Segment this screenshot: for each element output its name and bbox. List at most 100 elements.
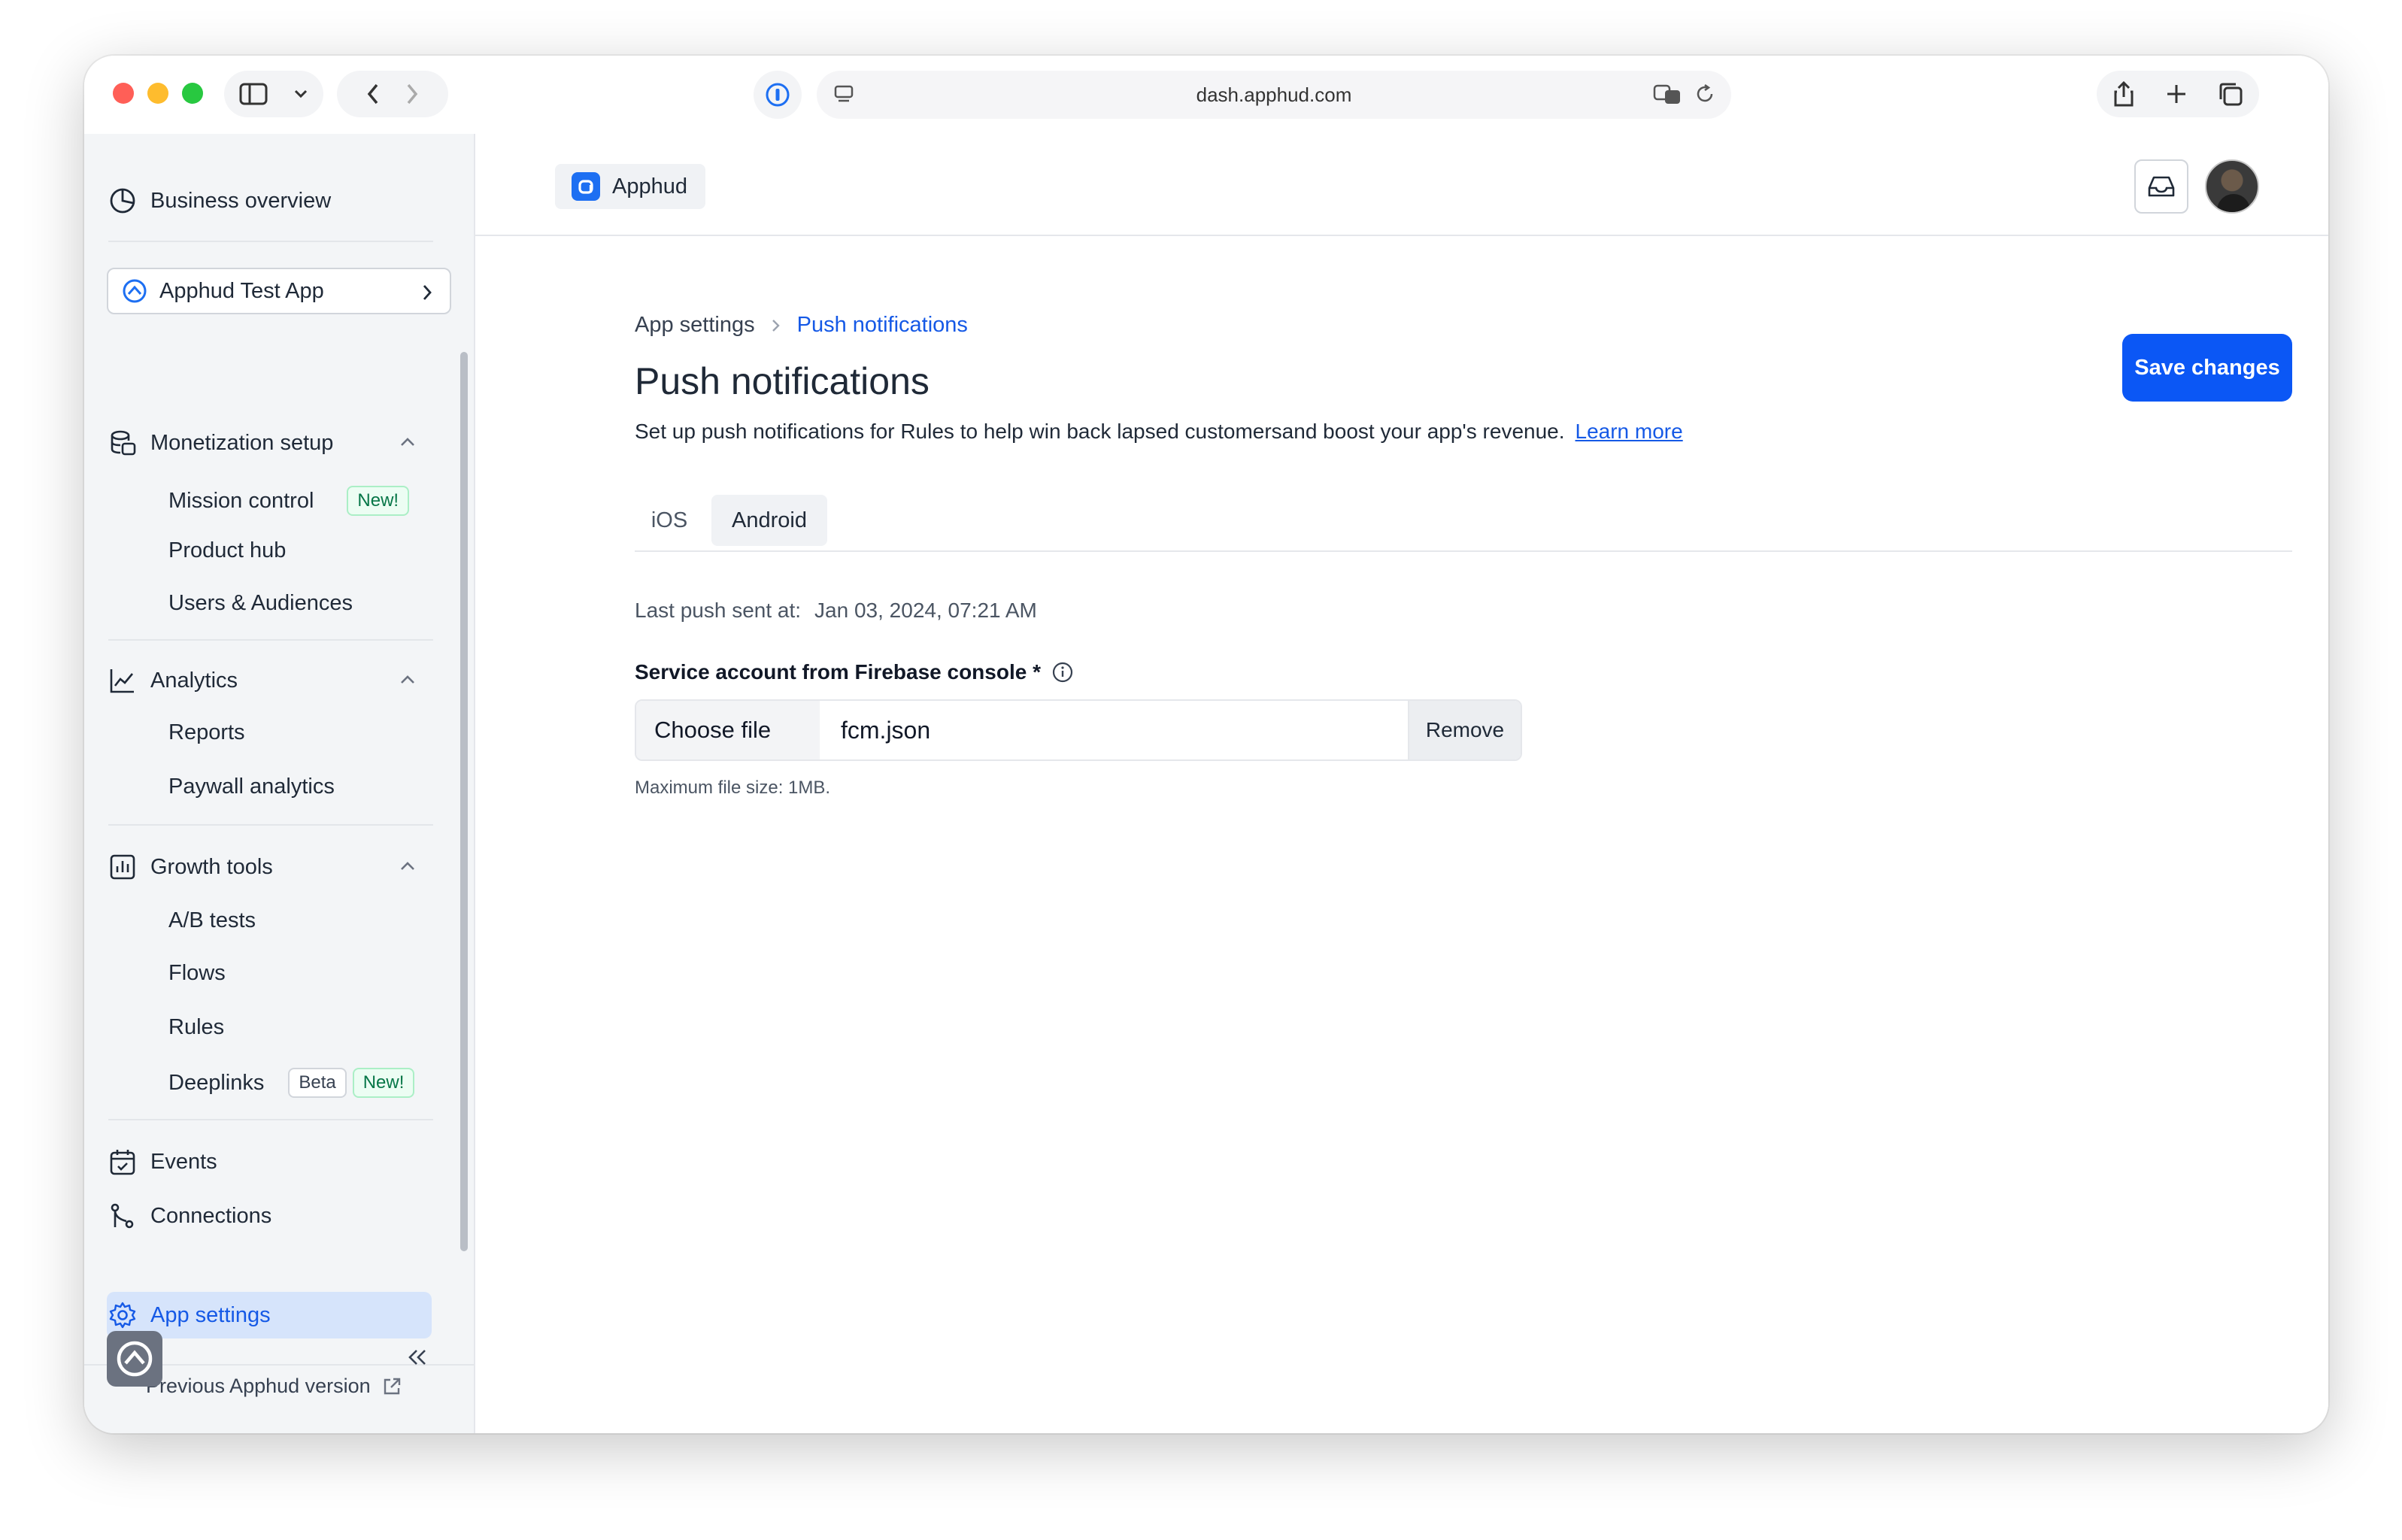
divider (108, 639, 433, 641)
section-label: Growth tools (150, 854, 273, 879)
url-text: dash.apphud.com (1196, 83, 1352, 106)
url-field[interactable]: dash.apphud.com (817, 71, 1731, 119)
divider (108, 1119, 433, 1120)
breadcrumb: App settings Push notifications (635, 313, 968, 338)
sidebar-icon (239, 83, 268, 105)
chevron-right-icon (772, 319, 780, 332)
sidebar-item-rules[interactable]: Rules (168, 1015, 224, 1040)
chevron-up-icon[interactable] (399, 674, 417, 686)
save-changes-button[interactable]: Save changes (2122, 334, 2292, 402)
file-size-hint: Maximum file size: 1MB. (635, 778, 831, 798)
pie-chart-icon (110, 188, 135, 214)
chevron-right-icon (423, 285, 432, 300)
sidebar-item-label: Connections (150, 1203, 272, 1228)
sidebar-item-product-hub[interactable]: Product hub (168, 538, 286, 563)
sidebar-item-ab-tests[interactable]: A/B tests (168, 908, 256, 933)
back-icon[interactable] (366, 83, 380, 105)
coins-icon (111, 430, 136, 456)
sidebar-item-connections[interactable]: Connections (108, 1202, 271, 1230)
minimize-window-button[interactable] (147, 83, 168, 104)
choose-file-button[interactable]: Choose file (636, 701, 820, 759)
platform-tabs: iOS Android (635, 495, 2292, 552)
app-selector-label: Apphud Test App (159, 278, 324, 303)
service-account-file-input: Choose file fcm.json Remove (635, 699, 1522, 761)
new-tab-icon[interactable] (2165, 83, 2188, 105)
sidebar-item-events[interactable]: Events (108, 1147, 217, 1176)
last-push-value: Jan 03, 2024, 07:21 AM (814, 599, 1037, 622)
app-switcher[interactable]: Apphud (555, 164, 705, 209)
main-content: Apphud App settings Push notifications P… (475, 134, 2328, 1433)
browser-actions (2097, 71, 2259, 117)
external-link-icon (384, 1378, 400, 1394)
sidebar-item-label: App settings (150, 1302, 271, 1327)
reload-icon[interactable] (1694, 83, 1716, 105)
sidebar-item-deeplinks[interactable]: Deeplinks Beta New! (168, 1068, 415, 1098)
browser-titlebar: dash.apphud.com (84, 56, 2328, 134)
sidebar-item-business-overview[interactable]: Business overview (108, 186, 331, 215)
calendar-check-icon (110, 1150, 135, 1175)
page-menu-icon[interactable] (833, 84, 854, 105)
password-manager-button[interactable] (754, 71, 802, 119)
apphud-a-icon (572, 172, 600, 201)
new-badge: New! (352, 1068, 415, 1098)
tab-ios[interactable]: iOS (635, 495, 704, 546)
gear-icon (109, 1302, 136, 1329)
translate-icon[interactable] (1653, 83, 1683, 105)
git-branch-icon (111, 1203, 134, 1229)
zoom-window-button[interactable] (182, 83, 203, 104)
bar-chart-icon (110, 854, 135, 880)
chevron-up-icon[interactable] (399, 860, 417, 872)
sidebar-item-users-audiences[interactable]: Users & Audiences (168, 591, 353, 616)
tab-overview-icon[interactable] (2218, 81, 2243, 107)
beta-badge: Beta (288, 1068, 347, 1098)
sidebar-scrollbar[interactable] (460, 352, 468, 1251)
sidebar-section-monetization[interactable]: Monetization setup (108, 429, 333, 457)
sidebar: Business overview Apphud Test App Moneti… (84, 134, 475, 1433)
divider (108, 241, 433, 242)
previous-version-link[interactable]: Previous Apphud version (146, 1375, 402, 1398)
forward-icon[interactable] (405, 83, 419, 105)
section-label: Monetization setup (150, 430, 334, 455)
chevron-up-icon[interactable] (399, 436, 417, 448)
line-chart-icon (110, 669, 134, 693)
divider (108, 824, 433, 826)
history-navigation (337, 71, 448, 117)
chevron-down-icon (294, 89, 308, 99)
sidebar-item-flows[interactable]: Flows (168, 961, 226, 986)
sidebar-section-analytics[interactable]: Analytics (108, 666, 238, 695)
apphud-logo[interactable] (107, 1331, 162, 1387)
sidebar-item-label: Events (150, 1149, 217, 1174)
sidebar-item-label: Business overview (150, 188, 332, 213)
app-selector[interactable]: Apphud Test App (107, 268, 451, 314)
apphud-logo-icon (117, 1341, 153, 1377)
top-bar: Apphud (475, 134, 2328, 236)
tab-android[interactable]: Android (711, 495, 827, 546)
sidebar-section-growth-tools[interactable]: Growth tools (108, 853, 273, 881)
apphud-app-icon (123, 279, 147, 303)
selected-file-name: fcm.json (841, 716, 931, 744)
section-label: Analytics (150, 668, 238, 693)
inbox-icon (2148, 176, 2175, 197)
info-icon[interactable] (1051, 661, 1074, 684)
sidebar-toggle-button[interactable] (224, 71, 323, 117)
last-push-info: Last push sent at: Jan 03, 2024, 07:21 A… (635, 599, 1037, 622)
sidebar-item-app-settings[interactable]: App settings (108, 1301, 271, 1329)
browser-window: dash.apphud.com Business overview Apphud… (84, 56, 2328, 1433)
page-title: Push notifications (635, 360, 930, 402)
breadcrumb-current: Push notifications (796, 313, 968, 337)
password-icon (766, 83, 790, 107)
learn-more-link[interactable]: Learn more (1576, 420, 1683, 444)
service-account-label: Service account from Firebase console * (635, 660, 1074, 684)
collapse-sidebar-icon[interactable] (406, 1348, 429, 1367)
page-subtitle: Set up push notifications for Rules to h… (635, 420, 1683, 444)
new-badge: New! (347, 486, 410, 516)
sidebar-item-reports[interactable]: Reports (168, 720, 245, 745)
breadcrumb-app-settings[interactable]: App settings (635, 313, 755, 338)
avatar[interactable] (2205, 159, 2259, 214)
remove-file-button[interactable]: Remove (1408, 701, 1521, 759)
inbox-button[interactable] (2134, 159, 2188, 214)
sidebar-item-mission-control[interactable]: Mission control New! (168, 486, 410, 516)
close-window-button[interactable] (113, 83, 134, 104)
share-icon[interactable] (2112, 80, 2135, 108)
sidebar-item-paywall-analytics[interactable]: Paywall analytics (168, 775, 335, 799)
